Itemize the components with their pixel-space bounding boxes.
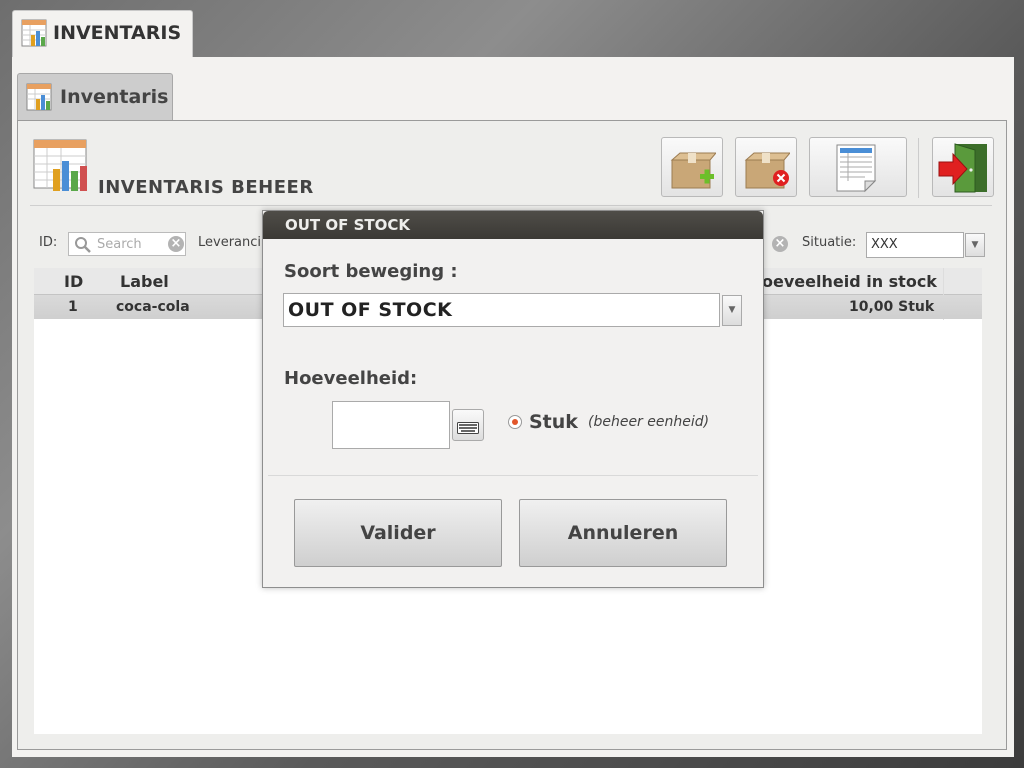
search-placeholder: Search <box>97 237 142 252</box>
chevron-down-icon: ▼ <box>971 240 979 250</box>
situation-select[interactable]: XXX <box>866 232 964 258</box>
header-divider <box>30 205 992 206</box>
box-add-icon <box>670 150 718 196</box>
id-search-input[interactable]: Search × <box>68 232 186 256</box>
quantity-input[interactable] <box>332 401 450 449</box>
id-filter-label: ID: <box>39 235 58 250</box>
movement-type-select[interactable]: OUT OF STOCK <box>283 293 720 327</box>
exit-button[interactable] <box>932 137 994 197</box>
tab-label: Inventaris <box>60 86 169 108</box>
chevron-down-icon: ▼ <box>728 305 736 315</box>
movement-type-dropdown-button[interactable]: ▼ <box>722 295 742 326</box>
add-stock-button[interactable] <box>661 137 723 197</box>
clear-search-icon[interactable]: × <box>168 236 184 252</box>
movement-type-label: Soort beweging : <box>284 261 458 282</box>
dialog-divider <box>268 475 758 476</box>
situation-filter-label: Situatie: <box>802 235 857 250</box>
unit-hint: (beheer eenheid) <box>588 414 710 430</box>
box-remove-icon <box>744 150 792 196</box>
tab-inventaris[interactable]: Inventaris <box>17 73 173 122</box>
cancel-button[interactable]: Annuleren <box>519 499 727 567</box>
column-header-id[interactable]: ID <box>64 272 83 291</box>
unit-label: Stuk <box>529 411 578 433</box>
keyboard-icon <box>457 419 479 438</box>
report-button[interactable] <box>809 137 907 197</box>
search-icon <box>74 236 92 258</box>
exit-door-icon <box>937 142 991 198</box>
page-title: INVENTARIS BEHEER <box>98 177 314 198</box>
cell-stock: 10,00 Stuk <box>849 299 935 315</box>
dialog-title: OUT OF STOCK <box>285 216 411 234</box>
unit-radio[interactable] <box>508 415 522 429</box>
clear-supplier-icon[interactable]: × <box>772 236 788 252</box>
movement-type-value: OUT OF STOCK <box>288 299 453 321</box>
app-title: INVENTARIS <box>53 22 182 44</box>
supplier-filter-label: Leveranci <box>198 235 262 250</box>
situation-value: XXX <box>871 237 898 252</box>
toolbar-separator <box>918 138 919 198</box>
remove-stock-button[interactable] <box>735 137 797 197</box>
inventory-management-icon <box>33 139 91 199</box>
quantity-label: Hoeveelheid: <box>284 368 418 389</box>
column-header-label[interactable]: Label <box>120 272 169 291</box>
cell-label: coca-cola <box>116 299 190 315</box>
inventory-app-icon <box>21 19 49 53</box>
validate-button[interactable]: Valider <box>294 499 502 567</box>
inventory-tab-icon <box>26 83 54 117</box>
column-header-stock[interactable]: oeveelheid in stock <box>762 272 937 291</box>
situation-dropdown-button[interactable]: ▼ <box>965 233 985 257</box>
virtual-keyboard-button[interactable] <box>452 409 484 441</box>
spreadsheet-report-icon <box>835 143 883 197</box>
app-tab[interactable]: INVENTARIS <box>12 10 193 59</box>
cell-id: 1 <box>68 299 78 315</box>
